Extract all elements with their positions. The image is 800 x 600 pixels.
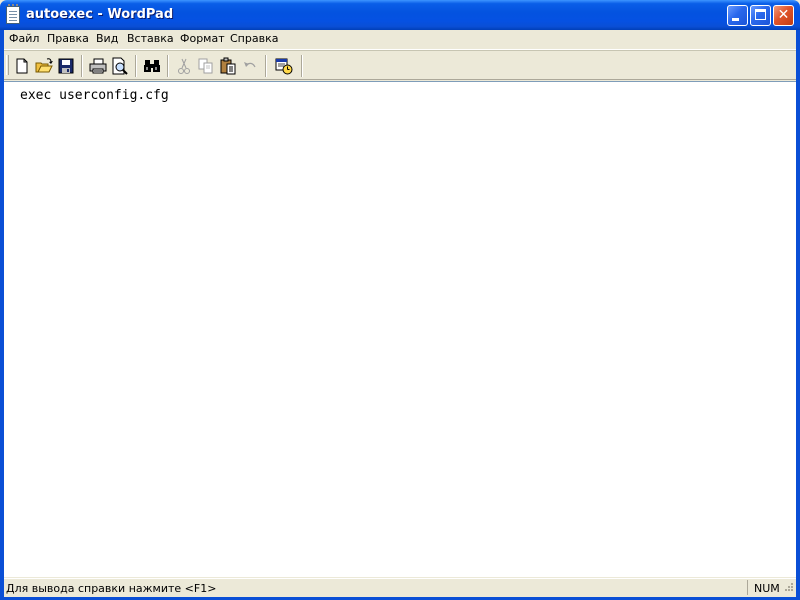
- document-editor[interactable]: exec userconfig.cfg: [4, 81, 796, 577]
- new-button[interactable]: [12, 56, 32, 76]
- menu-file[interactable]: Файл: [9, 32, 39, 45]
- new-document-icon: [16, 58, 28, 74]
- minimize-icon: [732, 18, 739, 21]
- copy-icon: [198, 58, 213, 74]
- scissors-icon: [178, 58, 190, 74]
- printer-icon: [89, 58, 107, 74]
- menu-format[interactable]: Формат: [180, 32, 225, 45]
- status-help-text: Для вывода справки нажмите <F1>: [6, 582, 217, 595]
- minimize-button[interactable]: [727, 5, 748, 26]
- toolbar-separator: [265, 55, 267, 77]
- open-folder-icon: [35, 58, 53, 73]
- num-lock-indicator: NUM: [754, 582, 780, 595]
- maximize-button[interactable]: [750, 5, 771, 26]
- status-bar: Для вывода справки нажмите <F1> NUM: [4, 578, 796, 597]
- binoculars-icon: [144, 60, 160, 72]
- floppy-disk-icon: [58, 58, 74, 74]
- resize-grip-icon[interactable]: [782, 582, 794, 594]
- menu-edit[interactable]: Правка: [47, 32, 89, 45]
- save-button[interactable]: [56, 56, 76, 76]
- cut-button[interactable]: [174, 56, 194, 76]
- toolbar-grip[interactable]: [6, 55, 9, 75]
- window-frame-right: [796, 30, 800, 600]
- print-preview-icon: [112, 57, 128, 75]
- undo-icon: [244, 62, 256, 68]
- title-bar[interactable]: autoexec - WordPad ✕: [0, 0, 800, 30]
- paste-button[interactable]: [218, 56, 238, 76]
- wordpad-window: autoexec - WordPad ✕ Файл Правка Вид Вст…: [0, 0, 800, 600]
- document-text[interactable]: exec userconfig.cfg: [20, 88, 169, 103]
- open-button[interactable]: [34, 56, 54, 76]
- toolbar-separator: [81, 55, 83, 77]
- undo-button[interactable]: [240, 56, 260, 76]
- paste-icon: [220, 57, 236, 75]
- find-button[interactable]: [142, 56, 162, 76]
- copy-button[interactable]: [196, 56, 216, 76]
- close-button[interactable]: ✕: [773, 5, 794, 26]
- standard-toolbar: [4, 50, 796, 80]
- toolbar-separator: [135, 55, 137, 77]
- maximize-icon: [755, 9, 766, 20]
- print-button[interactable]: [88, 56, 108, 76]
- window-title: autoexec - WordPad: [26, 7, 174, 22]
- menu-bar: Файл Правка Вид Вставка Формат Справка: [4, 30, 796, 50]
- toolbar-separator: [301, 55, 303, 77]
- wordpad-document-icon[interactable]: [6, 4, 20, 24]
- close-icon: ✕: [777, 7, 790, 23]
- menu-view[interactable]: Вид: [96, 32, 118, 45]
- insert-datetime-button[interactable]: [274, 56, 294, 76]
- menu-insert[interactable]: Вставка: [127, 32, 174, 45]
- print-preview-button[interactable]: [110, 56, 130, 76]
- menu-help[interactable]: Справка: [230, 32, 278, 45]
- toolbar-separator: [167, 55, 169, 77]
- date-time-icon: [275, 58, 293, 75]
